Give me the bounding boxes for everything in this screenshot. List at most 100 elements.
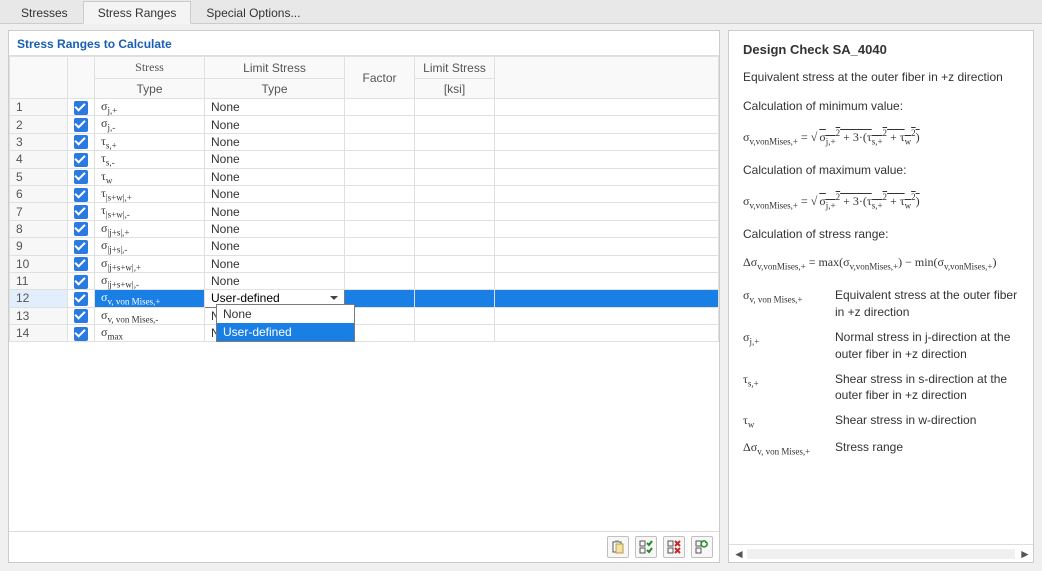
limit-type-cell[interactable]: None — [205, 99, 345, 116]
limit-ksi-cell[interactable] — [415, 255, 495, 272]
factor-cell[interactable] — [345, 151, 415, 168]
factor-cell[interactable] — [345, 168, 415, 185]
paste-button[interactable] — [607, 536, 629, 558]
stress-type-cell[interactable]: σj,+ — [95, 99, 205, 116]
table-row[interactable]: 10σ|j+s+w|,+None — [10, 255, 719, 272]
row-check[interactable] — [68, 255, 95, 272]
limit-ksi-cell[interactable] — [415, 99, 495, 116]
dropdown-option-none[interactable]: None — [217, 305, 354, 323]
row-check[interactable] — [68, 290, 95, 307]
limit-ksi-cell[interactable] — [415, 185, 495, 202]
limit-type-cell[interactable]: None — [205, 185, 345, 202]
row-check[interactable] — [68, 99, 95, 116]
table-row[interactable]: 13σv, von Mises,-None — [10, 307, 719, 324]
factor-cell[interactable] — [345, 116, 415, 133]
tab-stress-ranges[interactable]: Stress Ranges — [83, 1, 192, 24]
scroll-right-icon[interactable]: ► — [1019, 547, 1029, 561]
stress-type-cell[interactable]: τs,- — [95, 151, 205, 168]
col-limit-ksi[interactable]: Limit Stress — [415, 57, 495, 79]
reset-button[interactable] — [691, 536, 713, 558]
limit-type-cell[interactable]: None — [205, 168, 345, 185]
check-icon[interactable] — [74, 240, 88, 254]
factor-cell[interactable] — [345, 238, 415, 255]
limit-ksi-cell[interactable] — [415, 220, 495, 237]
table-row[interactable]: 5τwNone — [10, 168, 719, 185]
limit-ksi-cell[interactable] — [415, 272, 495, 289]
factor-cell[interactable] — [345, 220, 415, 237]
limit-ksi-cell[interactable] — [415, 116, 495, 133]
check-icon[interactable] — [74, 275, 88, 289]
check-icon[interactable] — [74, 327, 88, 341]
check-icon[interactable] — [74, 309, 88, 323]
row-check[interactable] — [68, 238, 95, 255]
row-check[interactable] — [68, 168, 95, 185]
limit-type-cell[interactable]: None — [205, 203, 345, 220]
check-icon[interactable] — [74, 257, 88, 271]
stress-type-cell[interactable]: σv, von Mises,+ — [95, 290, 205, 307]
col-limit-type[interactable]: Limit Stress — [205, 57, 345, 79]
table-row[interactable]: 14σmaxNone — [10, 325, 719, 342]
table-row[interactable]: 12σv, von Mises,+User-defined — [10, 290, 719, 307]
table-row[interactable]: 11σ|j+s+w|,-None — [10, 272, 719, 289]
check-icon[interactable] — [74, 188, 88, 202]
limit-type-dropdown[interactable]: None User-defined — [216, 304, 355, 342]
factor-cell[interactable] — [345, 133, 415, 150]
stress-type-cell[interactable]: σmax — [95, 325, 205, 342]
table-row[interactable]: 1σj,+None — [10, 99, 719, 116]
table-row[interactable]: 6τ|s+w|,+None — [10, 185, 719, 202]
check-icon[interactable] — [74, 222, 88, 236]
limit-ksi-cell[interactable] — [415, 203, 495, 220]
checkall-button[interactable] — [635, 536, 657, 558]
table-row[interactable]: 4τs,-None — [10, 151, 719, 168]
stress-type-cell[interactable]: τ|s+w|,- — [95, 203, 205, 220]
stress-type-cell[interactable]: σ|j+s|,- — [95, 238, 205, 255]
scroll-left-icon[interactable]: ◄ — [733, 547, 743, 561]
col-factor[interactable]: Factor — [345, 57, 415, 99]
check-icon[interactable] — [74, 135, 88, 149]
limit-type-cell[interactable]: None — [205, 220, 345, 237]
limit-ksi-cell[interactable] — [415, 307, 495, 324]
limit-type-cell[interactable]: None — [205, 255, 345, 272]
stress-type-cell[interactable]: τ|s+w|,+ — [95, 185, 205, 202]
factor-cell[interactable] — [345, 203, 415, 220]
limit-type-cell[interactable]: None — [205, 116, 345, 133]
stress-type-cell[interactable]: σ|j+s+w|,+ — [95, 255, 205, 272]
stress-type-cell[interactable]: σ|j+s|,+ — [95, 220, 205, 237]
table-row[interactable]: 9σ|j+s|,-None — [10, 238, 719, 255]
check-icon[interactable] — [74, 118, 88, 132]
dropdown-option-user-defined[interactable]: User-defined — [217, 323, 354, 341]
limit-type-cell[interactable]: None — [205, 133, 345, 150]
row-check[interactable] — [68, 307, 95, 324]
limit-type-cell[interactable]: None — [205, 272, 345, 289]
table-row[interactable]: 2σj,-None — [10, 116, 719, 133]
factor-cell[interactable] — [345, 255, 415, 272]
limit-ksi-cell[interactable] — [415, 133, 495, 150]
limit-type-cell[interactable]: None — [205, 151, 345, 168]
check-icon[interactable] — [74, 170, 88, 184]
col-stress-type[interactable]: Stress — [95, 57, 205, 79]
table-row[interactable]: 3τs,+None — [10, 133, 719, 150]
factor-cell[interactable] — [345, 185, 415, 202]
factor-cell[interactable] — [345, 99, 415, 116]
check-icon[interactable] — [74, 101, 88, 115]
limit-ksi-cell[interactable] — [415, 151, 495, 168]
row-check[interactable] — [68, 325, 95, 342]
factor-cell[interactable] — [345, 290, 415, 307]
stress-type-cell[interactable]: τs,+ — [95, 133, 205, 150]
factor-cell[interactable] — [345, 325, 415, 342]
limit-ksi-cell[interactable] — [415, 238, 495, 255]
check-icon[interactable] — [74, 153, 88, 167]
uncheckall-button[interactable] — [663, 536, 685, 558]
check-icon[interactable] — [74, 292, 88, 306]
row-check[interactable] — [68, 220, 95, 237]
factor-cell[interactable] — [345, 272, 415, 289]
tab-special-options[interactable]: Special Options... — [191, 1, 315, 23]
row-check[interactable] — [68, 116, 95, 133]
stress-type-cell[interactable]: τw — [95, 168, 205, 185]
row-check[interactable] — [68, 203, 95, 220]
limit-ksi-cell[interactable] — [415, 168, 495, 185]
stress-type-cell[interactable]: σ|j+s+w|,- — [95, 272, 205, 289]
table-row[interactable]: 8σ|j+s|,+None — [10, 220, 719, 237]
tab-stresses[interactable]: Stresses — [6, 1, 83, 23]
check-icon[interactable] — [74, 205, 88, 219]
